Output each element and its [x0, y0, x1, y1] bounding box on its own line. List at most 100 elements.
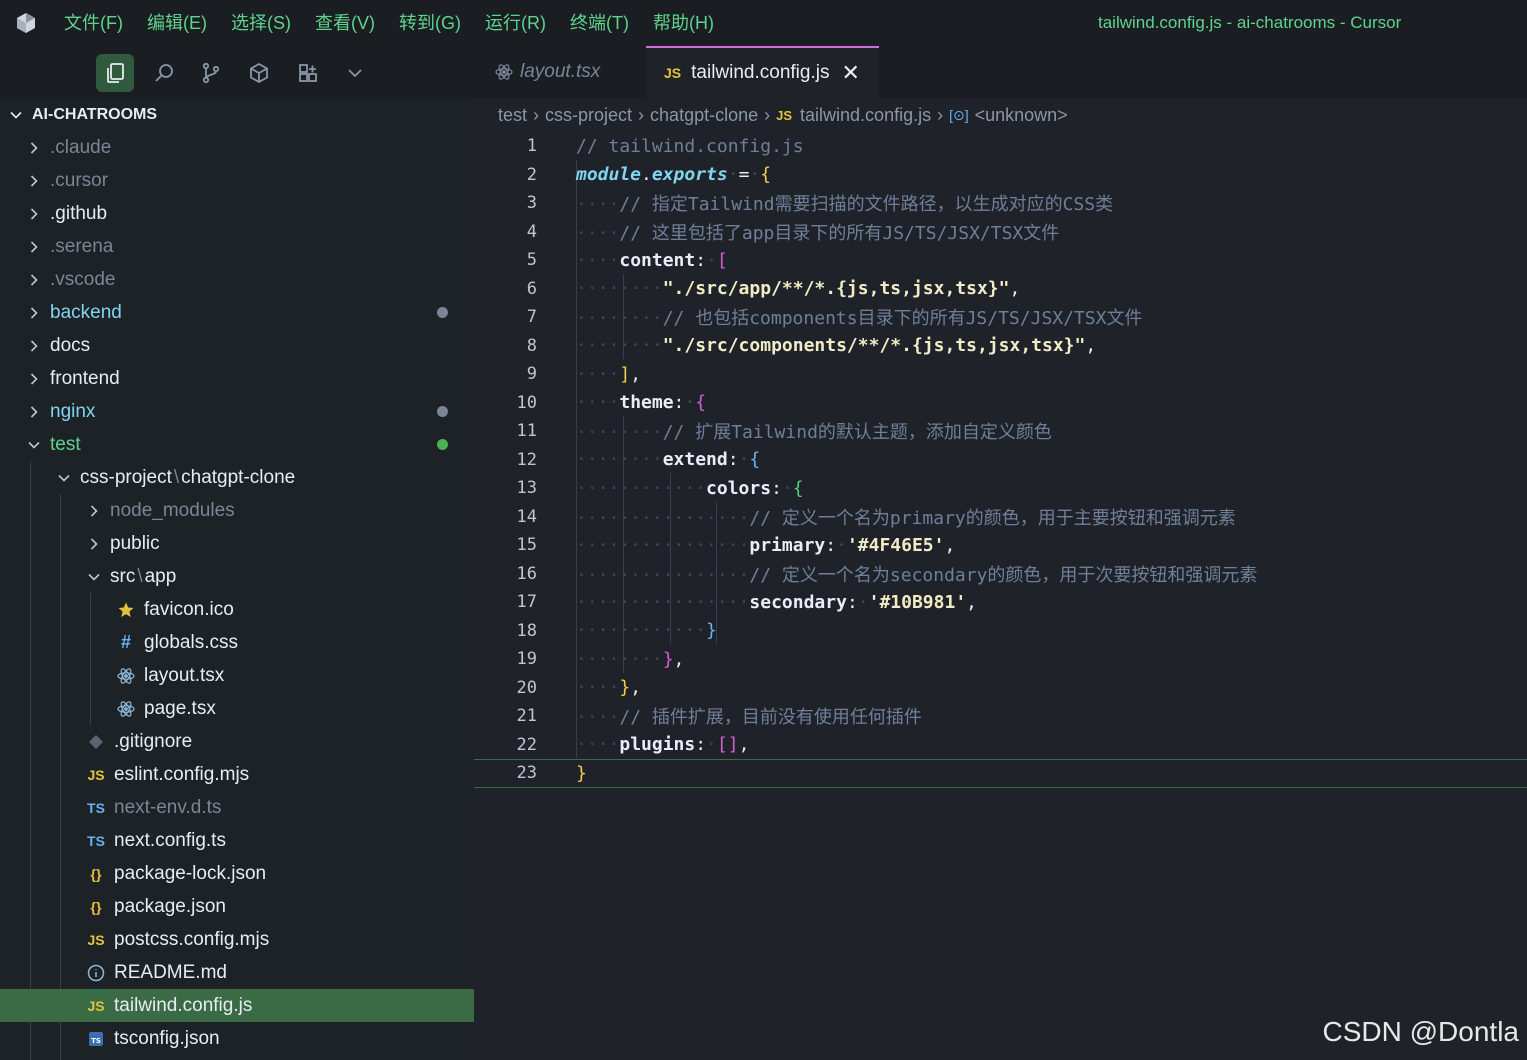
tree-item-label: backend — [50, 301, 122, 323]
search-icon[interactable] — [145, 54, 183, 92]
tree-item-label: .cursor — [50, 169, 109, 191]
code-line[interactable]: 15 ················primary:·'#4F46E5', — [474, 531, 1527, 560]
file-row[interactable]: JS postcss.config.mjs — [0, 923, 474, 956]
menu-terminal[interactable]: 终端(T) — [558, 0, 641, 46]
file-row[interactable]: JS eslint.config.mjs — [0, 758, 474, 791]
code-line[interactable]: 6 ········"./src/app/**/*.{js,ts,jsx,tsx}… — [474, 275, 1527, 304]
js-file-icon: JS — [87, 766, 105, 783]
file-row[interactable]: .gitignore — [0, 725, 474, 758]
tree-item-label: .serena — [50, 235, 114, 257]
line-number: 11 — [516, 421, 537, 442]
info-icon — [86, 964, 106, 982]
menu-go[interactable]: 转到(G) — [387, 0, 473, 46]
code-line[interactable]: 13 ············colors:·{ — [474, 474, 1527, 503]
tree-item-label: css-project — [80, 466, 172, 488]
layout-icon[interactable] — [289, 54, 327, 92]
code-line[interactable]: 16 ················// 定义一个名为secondary的颜色，… — [474, 560, 1527, 589]
folder-row[interactable]: .claude — [0, 131, 474, 164]
code-text: } — [576, 762, 587, 784]
folder-row[interactable]: frontend — [0, 362, 474, 395]
folder-row[interactable]: node_modules — [0, 494, 474, 527]
code-text: ················primary:·'#4F46E5', — [576, 534, 956, 556]
breadcrumb-item[interactable]: css-project — [545, 105, 632, 126]
code-line[interactable]: 23} — [474, 759, 1527, 788]
breadcrumb-item[interactable]: chatgpt-clone — [650, 105, 758, 126]
code-line[interactable]: 2 module.exports·=·{ — [474, 161, 1527, 190]
extensions-icon[interactable] — [240, 54, 278, 92]
cursor-logo-icon[interactable] — [0, 0, 52, 46]
file-row[interactable]: layout.tsx — [0, 659, 474, 692]
line-number: 2 — [526, 164, 537, 185]
explorer-icon[interactable] — [96, 54, 134, 92]
code-line[interactable]: 3 ····// 指定Tailwind需要扫描的文件路径，以生成对应的CSS类 — [474, 189, 1527, 218]
code-text: ········// 扩展Tailwind的默认主题，添加自定义颜色 — [576, 422, 1052, 444]
tree-item-label: .claude — [50, 136, 112, 158]
code-line[interactable]: 19 ········}, — [474, 645, 1527, 674]
file-row[interactable]: {} package-lock.json — [0, 857, 474, 890]
file-row[interactable]: # globals.css — [0, 626, 474, 659]
file-row[interactable]: TS next-env.d.ts — [0, 791, 474, 824]
menu-view[interactable]: 查看(V) — [303, 0, 387, 46]
code-line[interactable]: 12 ········extend:·{ — [474, 446, 1527, 475]
menu-run[interactable]: 运行(R) — [473, 0, 558, 46]
line-number: 10 — [516, 392, 537, 413]
file-row[interactable]: page.tsx — [0, 692, 474, 725]
file-row[interactable]: JS tailwind.config.js — [0, 989, 474, 1022]
git-icon — [86, 734, 106, 750]
folder-row[interactable]: .github — [0, 197, 474, 230]
breadcrumb-item[interactable]: <unknown> — [975, 105, 1068, 126]
file-row[interactable]: TS tsconfig.json — [0, 1022, 474, 1055]
folder-row[interactable]: .vscode — [0, 263, 474, 296]
code-text: ············colors:·{ — [576, 477, 804, 499]
code-line[interactable]: 11 ········// 扩展Tailwind的默认主题，添加自定义颜色 — [474, 417, 1527, 446]
file-row[interactable]: favicon.ico — [0, 593, 474, 626]
tab-layout-tsx[interactable]: layout.tsx — [494, 46, 646, 98]
line-number: 21 — [516, 706, 537, 727]
file-row[interactable]: TS next.config.ts — [0, 824, 474, 857]
folder-row[interactable]: docs — [0, 329, 474, 362]
folder-row[interactable]: css-project \ chatgpt-clone — [0, 461, 474, 494]
folder-row[interactable]: backend — [0, 296, 474, 329]
code-line[interactable]: 8 ········"./src/components/**/*.{js,ts,j… — [474, 332, 1527, 361]
code-line[interactable]: 9 ····], — [474, 360, 1527, 389]
breadcrumb-item[interactable]: test — [498, 105, 527, 126]
menu-selection[interactable]: 选择(S) — [219, 0, 303, 46]
code-line[interactable]: 5 ····content:·[ — [474, 246, 1527, 275]
breadcrumb-item[interactable]: tailwind.config.js — [800, 105, 931, 126]
menu-help[interactable]: 帮助(H) — [641, 0, 726, 46]
code-line[interactable]: 21 ····// 插件扩展，目前没有使用任何插件 — [474, 702, 1527, 731]
source-control-icon[interactable] — [192, 54, 230, 92]
code-text: ········"./src/app/**/*.{js,ts,jsx,tsx}"… — [576, 278, 1021, 300]
tree-item-label: frontend — [50, 367, 120, 389]
file-row[interactable]: README.md — [0, 956, 474, 989]
tree-item-label: layout.tsx — [144, 664, 225, 686]
menu-edit[interactable]: 编辑(E) — [135, 0, 219, 46]
tab-tailwind-config[interactable]: JS tailwind.config.js ✕ — [646, 46, 879, 98]
code-line[interactable]: 22 ····plugins:·[], — [474, 731, 1527, 760]
folder-row[interactable]: .serena — [0, 230, 474, 263]
code-line[interactable]: 4 ····// 这里包括了app目录下的所有JS/TS/JSX/TSX文件 — [474, 218, 1527, 247]
folder-row[interactable]: src \ app — [0, 560, 474, 593]
hash-icon: # — [120, 632, 131, 652]
code-line[interactable]: 7 ········// 也包括components目录下的所有JS/TS/JSX… — [474, 303, 1527, 332]
code-text: ················secondary:·'#10B981', — [576, 591, 978, 613]
folder-row[interactable]: test — [0, 428, 474, 461]
chevron-down-icon[interactable] — [336, 54, 374, 92]
tab-label: tailwind.config.js — [691, 62, 830, 83]
code-line[interactable]: 18 ············} — [474, 617, 1527, 646]
code-editor[interactable]: 1 // tailwind.config.js 2 module.exports·=·… — [474, 132, 1527, 1060]
code-line[interactable]: 20 ····}, — [474, 674, 1527, 703]
code-line[interactable]: 17 ················secondary:·'#10B981', — [474, 588, 1527, 617]
folder-row[interactable]: .cursor — [0, 164, 474, 197]
folder-row[interactable]: public — [0, 527, 474, 560]
code-line[interactable]: 10 ····theme:·{ — [474, 389, 1527, 418]
code-line[interactable]: 14 ················// 定义一个名为primary的颜色，用于… — [474, 503, 1527, 532]
menu-file[interactable]: 文件(F) — [52, 0, 135, 46]
code-text: ················// 定义一个名为primary的颜色，用于主要… — [576, 507, 1236, 529]
explorer-root[interactable]: AI-CHATROOMS — [0, 98, 474, 131]
chevron-right-icon — [26, 305, 42, 321]
file-row[interactable]: {} package.json — [0, 890, 474, 923]
folder-row[interactable]: nginx — [0, 395, 474, 428]
close-icon[interactable]: ✕ — [841, 60, 859, 86]
code-line[interactable]: 1 // tailwind.config.js — [474, 132, 1527, 161]
